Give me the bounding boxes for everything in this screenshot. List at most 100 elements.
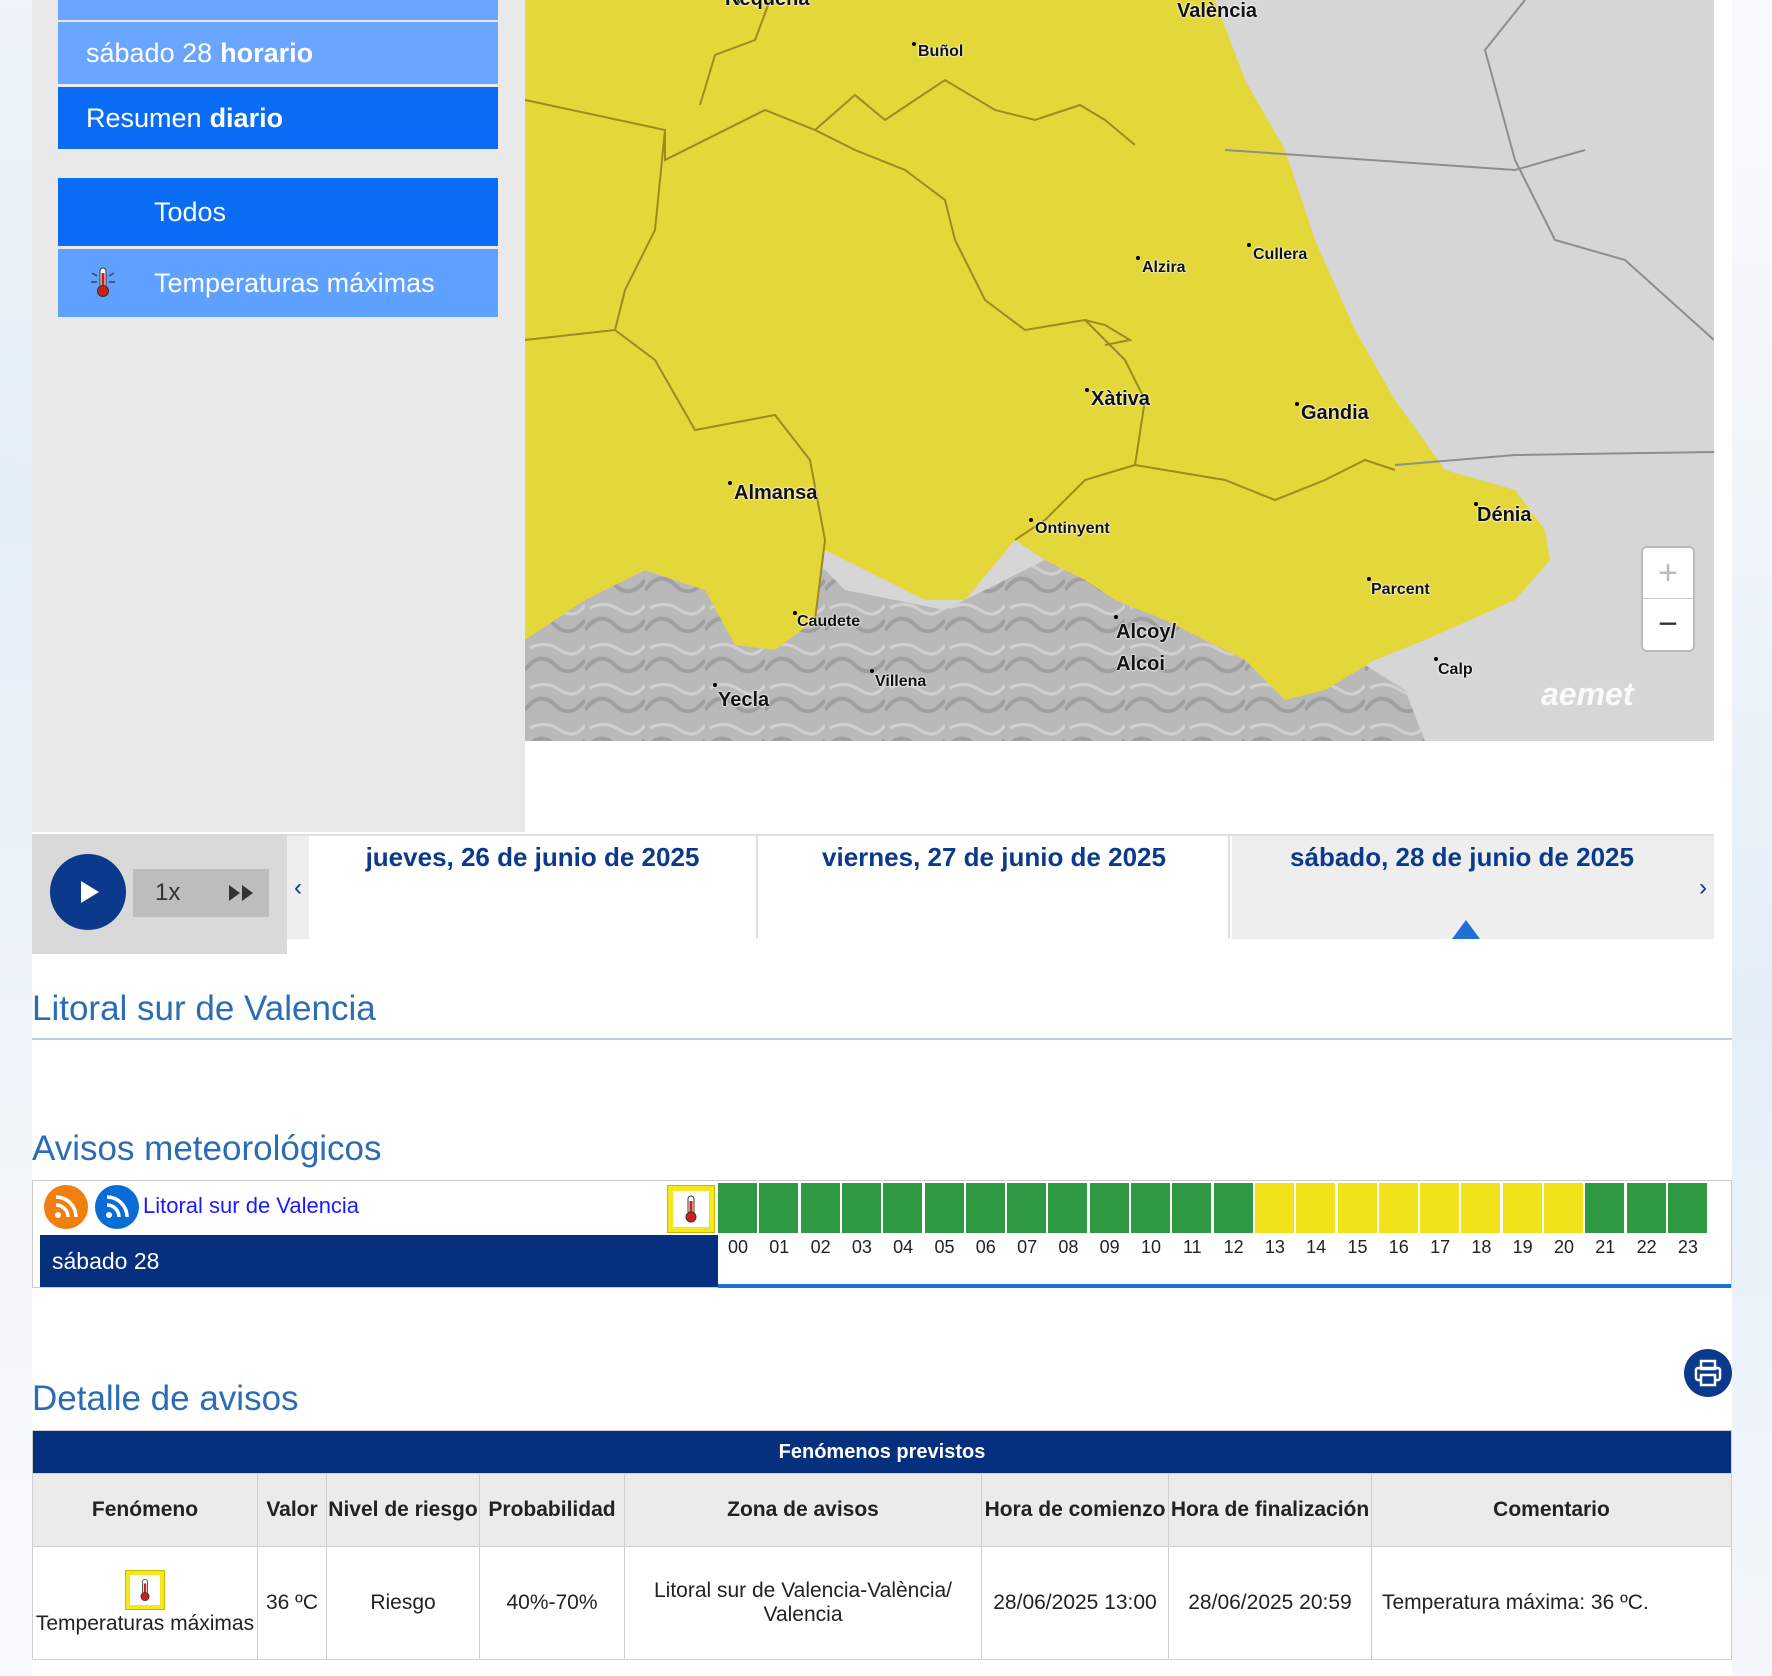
- cell-comentario: Temperatura máxima: 36 ºC.: [1371, 1546, 1732, 1660]
- hour-label: 16: [1388, 1237, 1409, 1257]
- next-day-arrow[interactable]: ›: [1692, 836, 1714, 939]
- col-header-fin: Hora de finalización: [1168, 1473, 1372, 1547]
- town-requena: Requena: [725, 0, 809, 11]
- hour-cell-08[interactable]: [1048, 1183, 1089, 1233]
- table-caption: Fenómenos previstos: [32, 1430, 1732, 1474]
- detalle-title: Detalle de avisos: [32, 1379, 299, 1418]
- town-cullera: Cullera: [1253, 246, 1308, 263]
- hour-label: 22: [1636, 1237, 1657, 1257]
- hour-cell-09[interactable]: [1089, 1183, 1130, 1233]
- filter-all-label: Todos: [154, 196, 227, 227]
- hour-cell-23[interactable]: [1667, 1183, 1708, 1233]
- prev-day-arrow[interactable]: ‹: [287, 836, 309, 939]
- hour-label: 07: [1017, 1237, 1038, 1257]
- hour-label: 13: [1264, 1237, 1285, 1257]
- filter-all-button[interactable]: Todos: [58, 178, 498, 246]
- hour-label: 20: [1553, 1237, 1575, 1257]
- hour-label: 02: [810, 1237, 831, 1257]
- town-gandia: Gandia: [1301, 402, 1369, 424]
- town-dot: [1247, 243, 1251, 247]
- town-yecla: Yecla: [718, 689, 770, 711]
- col-header-zona: Zona de avisos: [624, 1473, 982, 1547]
- day-tab-friday[interactable]: viernes, 27 de junio de 2025: [760, 836, 1230, 939]
- hour-cell-04[interactable]: [883, 1183, 924, 1233]
- zone-title: Litoral sur de Valencia: [32, 989, 376, 1028]
- filter-max-temperature-button[interactable]: Temperaturas máximas: [58, 249, 498, 317]
- town-bunol: Buñol: [918, 43, 964, 60]
- hour-cell-19[interactable]: [1502, 1183, 1543, 1233]
- hour-cell-02[interactable]: [800, 1183, 841, 1233]
- hour-cell-10[interactable]: [1131, 1183, 1171, 1233]
- hour-label: 01: [769, 1237, 790, 1257]
- zoom-in-button[interactable]: +: [1643, 548, 1693, 599]
- zoom-out-button[interactable]: −: [1643, 599, 1693, 649]
- town-dot: [1295, 402, 1299, 406]
- rss-orange-icon[interactable]: [44, 1185, 88, 1229]
- hour-label: 00: [727, 1237, 749, 1257]
- hour-cell-15[interactable]: [1337, 1183, 1378, 1233]
- speed-control[interactable]: 1x: [133, 869, 269, 917]
- thermometer-icon: [125, 1570, 165, 1610]
- hour-cell-07[interactable]: [1007, 1183, 1048, 1233]
- table-header-row: Fenómeno Valor Nivel de riesgo Probabili…: [32, 1473, 1732, 1547]
- table-row: Temperaturas máximas 36 ºC Riesgo 40%-70…: [32, 1546, 1732, 1660]
- hour-cell-11[interactable]: [1172, 1183, 1213, 1233]
- play-icon: [81, 881, 99, 903]
- hour-cell-05[interactable]: [924, 1183, 965, 1233]
- town-alcoy: Alcoy/: [1116, 621, 1177, 643]
- hour-cell-17[interactable]: [1420, 1183, 1461, 1233]
- hour-cell-03[interactable]: [841, 1183, 882, 1233]
- menu-item-hourly[interactable]: sábado 28 horario: [58, 22, 498, 84]
- selected-day-indicator: [1452, 920, 1480, 939]
- hour-cell-12[interactable]: [1213, 1183, 1254, 1233]
- day-selector: ‹ jueves, 26 de junio de 2025 viernes, 2…: [287, 834, 1714, 941]
- hour-cell-22[interactable]: [1626, 1183, 1667, 1233]
- cell-nivel: Riesgo: [326, 1546, 480, 1660]
- hour-cell-01[interactable]: [759, 1183, 800, 1233]
- hour-cell-14[interactable]: [1296, 1183, 1337, 1233]
- hour-label: 21: [1595, 1237, 1616, 1257]
- hour-label: 08: [1058, 1237, 1079, 1257]
- menu-item-daily-summary[interactable]: Resumen diario: [58, 87, 498, 149]
- warnings-map[interactable]: Requena València Buñol Cullera Alzira Ga…: [525, 0, 1714, 741]
- rss-blue-icon[interactable]: [95, 1185, 139, 1229]
- town-dot: [728, 481, 732, 485]
- zone-link[interactable]: Litoral sur de Valencia: [143, 1193, 359, 1219]
- col-header-nivel: Nivel de riesgo: [326, 1473, 480, 1547]
- play-button[interactable]: [50, 854, 126, 930]
- timeline-baseline: [718, 1284, 1731, 1288]
- town-calp: Calp: [1438, 661, 1473, 678]
- col-header-valor: Valor: [257, 1473, 327, 1547]
- hour-cell-16[interactable]: [1378, 1183, 1419, 1233]
- hour-cell-00[interactable]: [718, 1183, 758, 1233]
- hour-label: 23: [1677, 1237, 1698, 1257]
- cell-valor: 36 ºC: [257, 1546, 327, 1660]
- menu-item-previous[interactable]: [58, 0, 498, 20]
- hour-label: 15: [1347, 1237, 1368, 1257]
- hour-label: 05: [934, 1237, 955, 1257]
- day-tab-thursday[interactable]: jueves, 26 de junio de 2025: [309, 836, 758, 939]
- print-button[interactable]: [1684, 1349, 1732, 1397]
- hour-cell-21[interactable]: [1585, 1183, 1626, 1233]
- town-almansa: Almansa: [734, 482, 818, 504]
- cell-fenomeno: Temperaturas máximas: [32, 1546, 258, 1660]
- hour-label: 10: [1140, 1237, 1162, 1257]
- hour-label: 14: [1306, 1237, 1327, 1257]
- town-dot: [713, 683, 717, 687]
- hour-cell-06[interactable]: [965, 1183, 1006, 1233]
- hour-label: 17: [1430, 1237, 1451, 1257]
- hour-label: 11: [1182, 1237, 1202, 1257]
- hour-cell-13[interactable]: [1254, 1183, 1295, 1233]
- town-dot: [1136, 256, 1140, 260]
- town-dot: [1114, 615, 1118, 619]
- hour-label: 06: [975, 1237, 996, 1257]
- thermometer-icon: [91, 267, 115, 297]
- print-icon: [1694, 1359, 1722, 1387]
- cell-zona: Litoral sur de Valencia-València/ Valenc…: [624, 1546, 982, 1660]
- town-ontinyent: Ontinyent: [1035, 520, 1110, 537]
- town-denia: Dénia: [1477, 504, 1532, 526]
- fast-forward-icon[interactable]: [227, 882, 257, 904]
- hour-cell-20[interactable]: [1544, 1183, 1584, 1233]
- hour-cell-18[interactable]: [1461, 1183, 1502, 1233]
- hour-label: 19: [1512, 1237, 1533, 1257]
